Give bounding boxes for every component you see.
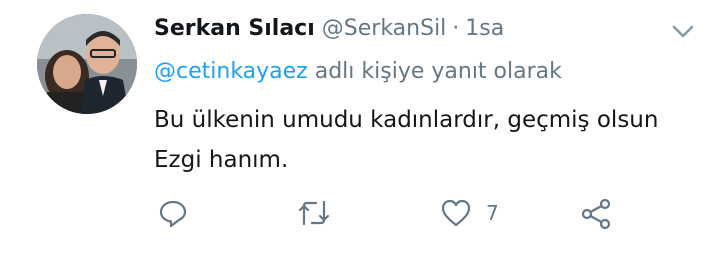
like-button[interactable]: 7 (440, 198, 499, 228)
tweet-card: Serkan Sılacı @SerkanSil · 1sa @cetinkay… (0, 0, 705, 257)
reply-context-label: adlı kişiye yanıt olarak (314, 59, 562, 84)
retweet-button[interactable] (296, 198, 332, 228)
reply-icon (158, 198, 188, 228)
reply-mention-link[interactable]: @cetinkayaez (154, 59, 308, 84)
tweet-text: Bu ülkenin umudu kadınlardır, geçmiş ols… (154, 107, 659, 173)
heart-icon (440, 198, 472, 228)
like-count: 7 (486, 201, 499, 225)
tweet-header: Serkan Sılacı @SerkanSil · 1sa (154, 16, 504, 41)
reply-button[interactable] (158, 198, 188, 228)
retweet-icon (296, 198, 332, 228)
avatar[interactable] (37, 14, 137, 114)
reply-context: @cetinkayaez adlı kişiye yanıt olarak (154, 59, 562, 84)
share-icon (580, 198, 612, 230)
tweet-timestamp[interactable]: 1sa (465, 16, 504, 41)
author-name[interactable]: Serkan Sılacı (154, 16, 315, 41)
author-handle[interactable]: @SerkanSil (322, 16, 447, 41)
tweet-actions: 7 (0, 198, 705, 232)
separator-dot: · (452, 16, 460, 41)
share-button[interactable] (580, 198, 612, 230)
chevron-down-icon[interactable] (672, 24, 694, 38)
